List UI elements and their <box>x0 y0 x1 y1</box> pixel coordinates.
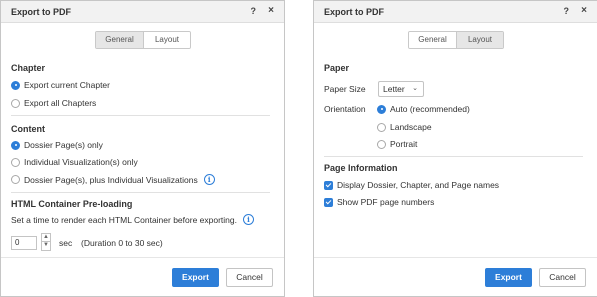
checkbox-label: Display Dossier, Chapter, and Page names <box>337 180 500 190</box>
radio-selected-icon <box>11 80 20 90</box>
paper-size-select[interactable]: Letter ⌄ <box>378 81 424 97</box>
paper-size-label: Paper Size <box>324 84 366 94</box>
close-button[interactable]: × <box>581 5 587 16</box>
title-bar: Export to PDF ? × <box>1 1 284 23</box>
stepper-up-icon[interactable]: ▲ <box>41 233 51 242</box>
dialog-title: Export to PDF <box>324 7 384 17</box>
radio-label: Auto (recommended) <box>390 104 470 114</box>
preload-stepper[interactable]: ▲ ▼ <box>41 233 51 251</box>
radio-dossier-pages-plus-visualizations[interactable]: Dossier Page(s), plus Individual Visuali… <box>11 174 215 185</box>
divider <box>324 156 583 157</box>
radio-export-current-chapter[interactable]: Export current Chapter <box>11 80 110 90</box>
help-button[interactable]: ? <box>251 6 257 16</box>
help-button[interactable]: ? <box>564 6 570 16</box>
preload-description-row: Set a time to render each HTML Container… <box>11 214 254 225</box>
checkbox-label: Show PDF page numbers <box>337 197 435 207</box>
tab-layout[interactable]: Layout <box>456 32 503 48</box>
orientation-label: Orientation <box>324 104 366 114</box>
radio-label: Export all Chapters <box>24 98 97 108</box>
content-heading: Content <box>11 124 45 134</box>
title-bar: Export to PDF ? × <box>314 1 597 23</box>
cancel-button[interactable]: Cancel <box>539 268 586 287</box>
export-button[interactable]: Export <box>485 268 532 287</box>
preload-unit: sec <box>59 238 73 248</box>
radio-unselected-icon <box>11 157 20 167</box>
preload-description: Set a time to render each HTML Container… <box>11 214 237 225</box>
radio-orientation-portrait[interactable]: Portrait <box>377 139 417 149</box>
page-information-heading: Page Information <box>324 163 398 173</box>
checkbox-checked-icon <box>324 180 333 190</box>
radio-orientation-auto[interactable]: Auto (recommended) <box>377 104 470 114</box>
radio-export-all-chapters[interactable]: Export all Chapters <box>11 98 96 108</box>
footer-divider <box>1 257 284 258</box>
chevron-down-icon: ⌄ <box>412 85 418 92</box>
cancel-button[interactable]: Cancel <box>226 268 273 287</box>
radio-dossier-pages-only[interactable]: Dossier Page(s) only <box>11 140 103 150</box>
tab-general[interactable]: General <box>409 32 456 48</box>
radio-selected-icon <box>377 104 386 114</box>
radio-label: Portrait <box>390 139 418 149</box>
tab-bar: General Layout <box>95 31 191 49</box>
export-pdf-dialog-general: Export to PDF ? × General Layout Chapter… <box>0 0 285 297</box>
radio-unselected-icon <box>377 139 386 149</box>
paper-heading: Paper <box>324 63 350 73</box>
dialog-title: Export to PDF <box>11 7 71 17</box>
radio-label: Dossier Page(s), plus Individual Visuali… <box>24 174 198 185</box>
tab-bar: General Layout <box>408 31 504 49</box>
preload-seconds-input[interactable]: 0 <box>11 236 37 250</box>
chapter-heading: Chapter <box>11 63 46 73</box>
paper-size-value: Letter <box>383 84 405 94</box>
radio-orientation-landscape[interactable]: Landscape <box>377 122 432 132</box>
close-button[interactable]: × <box>268 5 274 16</box>
checkbox-display-names[interactable]: Display Dossier, Chapter, and Page names <box>324 180 499 190</box>
info-icon[interactable]: i <box>203 174 215 185</box>
radio-unselected-icon <box>377 122 386 132</box>
divider <box>11 192 270 193</box>
stepper-down-icon[interactable]: ▼ <box>41 242 51 251</box>
checkbox-show-page-numbers[interactable]: Show PDF page numbers <box>324 197 434 207</box>
radio-label: Export current Chapter <box>24 80 110 90</box>
radio-label: Landscape <box>390 122 432 132</box>
footer-divider <box>314 257 597 258</box>
info-icon[interactable]: i <box>243 214 254 225</box>
preload-hint: (Duration 0 to 30 sec) <box>81 238 163 248</box>
tab-layout[interactable]: Layout <box>143 32 190 48</box>
export-pdf-dialog-layout: Export to PDF ? × General Layout Paper P… <box>313 0 597 297</box>
radio-selected-icon <box>11 140 20 150</box>
radio-label: Individual Visualization(s) only <box>24 157 138 167</box>
tab-general[interactable]: General <box>96 32 143 48</box>
radio-individual-visualizations-only[interactable]: Individual Visualization(s) only <box>11 157 138 167</box>
preload-heading: HTML Container Pre-loading <box>11 199 133 209</box>
export-button[interactable]: Export <box>172 268 219 287</box>
checkbox-checked-icon <box>324 197 333 207</box>
radio-label: Dossier Page(s) only <box>24 140 103 150</box>
radio-unselected-icon <box>11 175 20 184</box>
radio-unselected-icon <box>11 98 20 108</box>
divider <box>11 115 270 116</box>
